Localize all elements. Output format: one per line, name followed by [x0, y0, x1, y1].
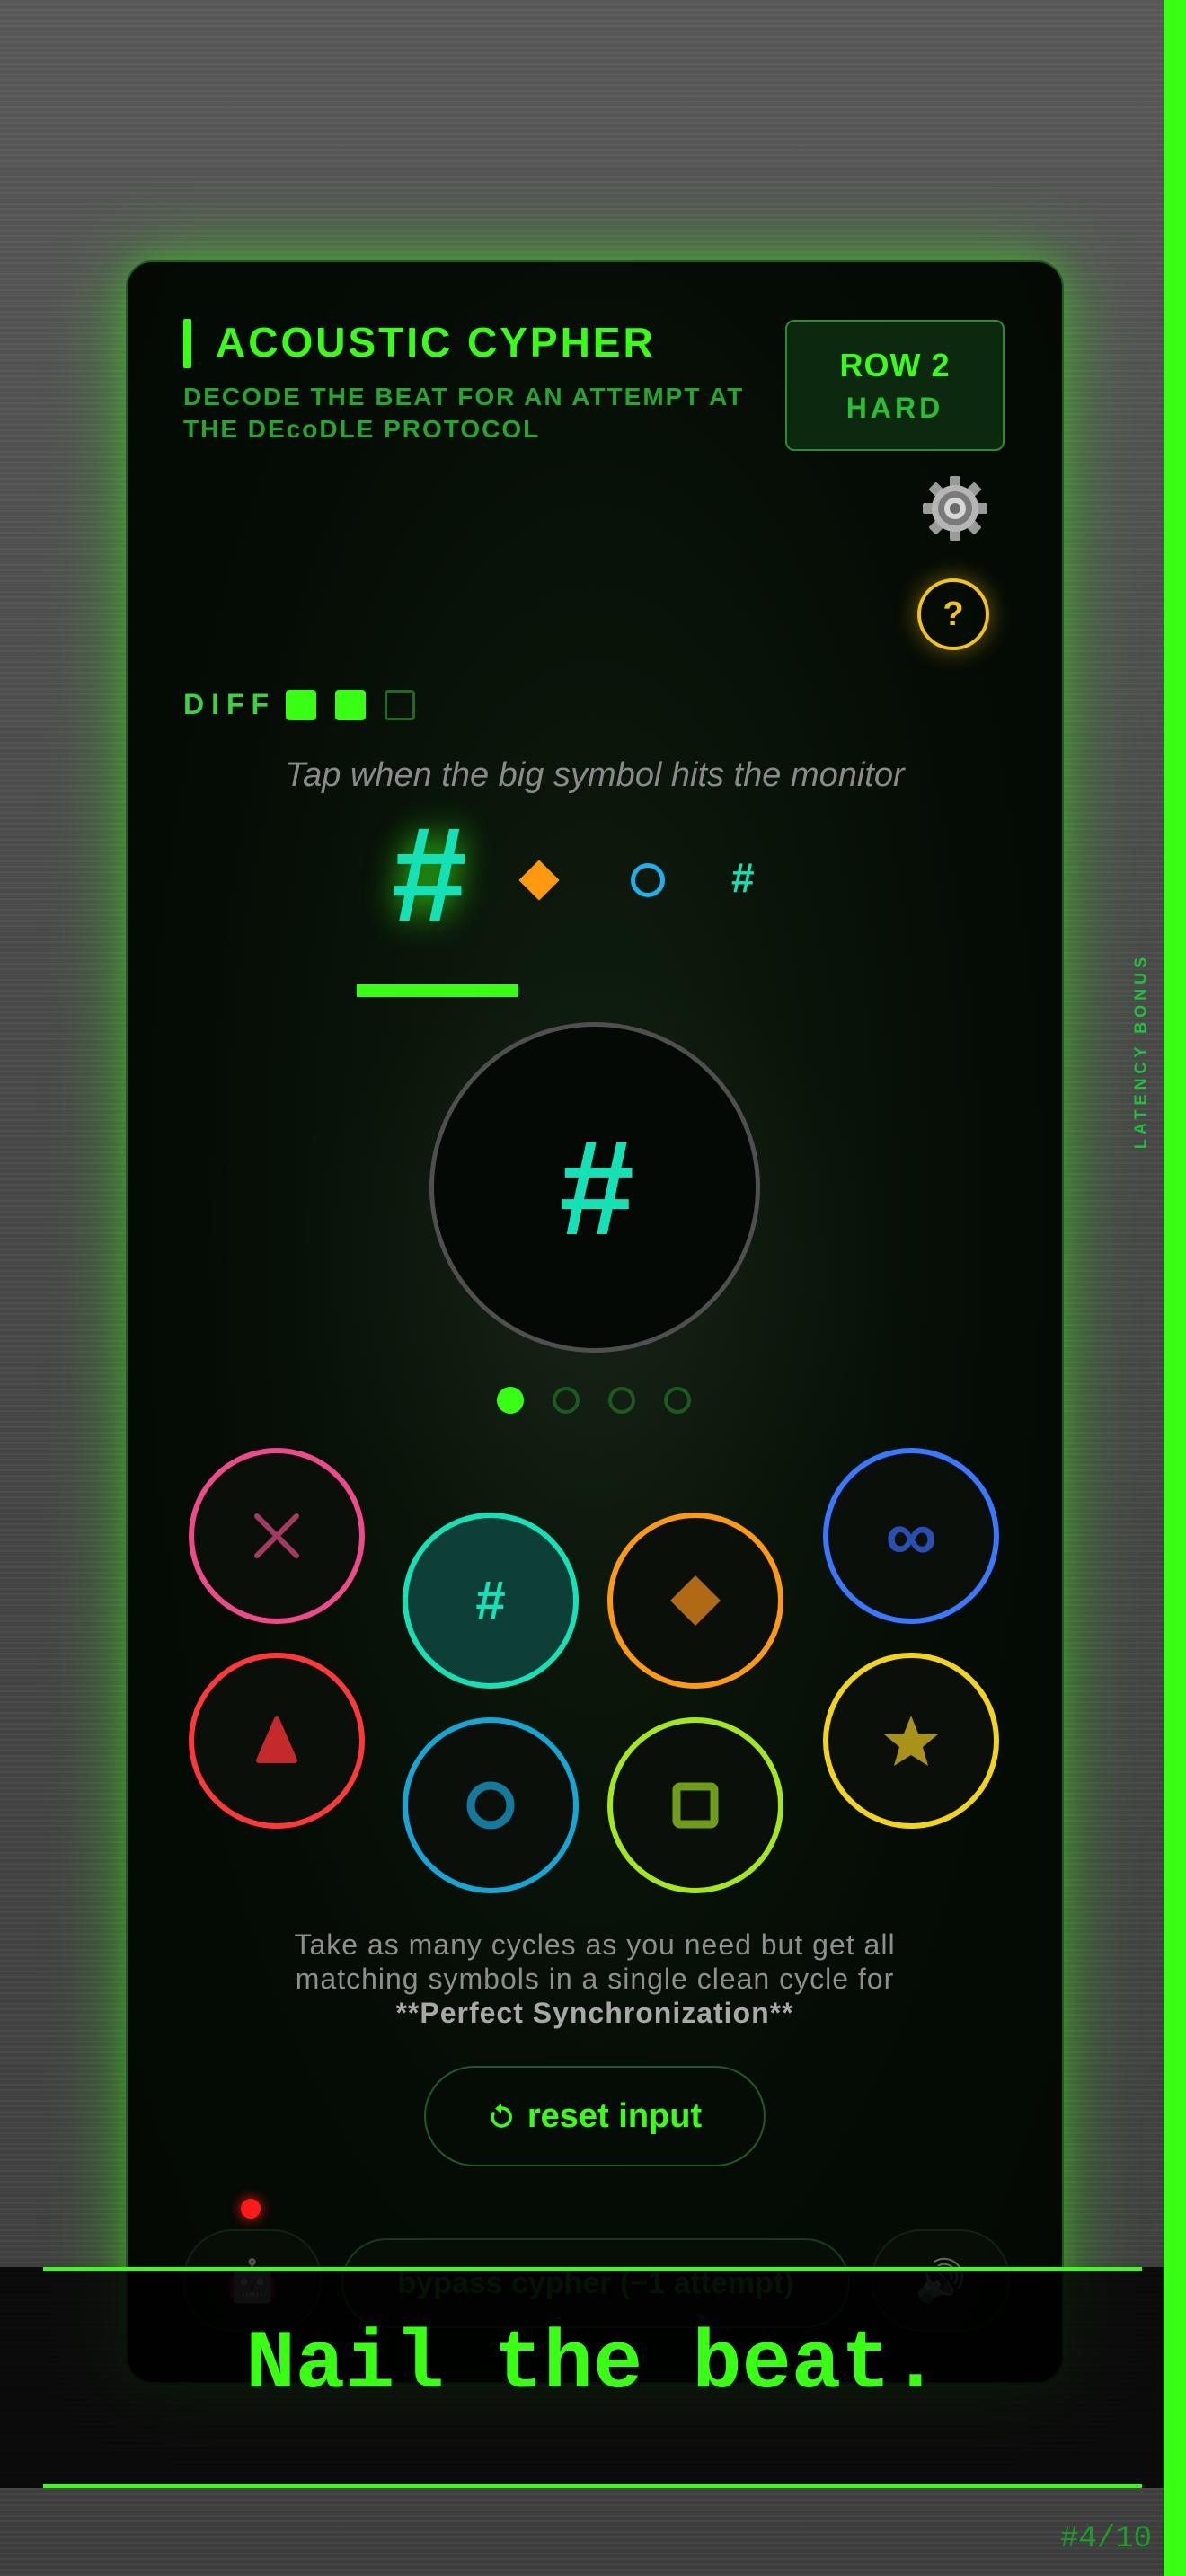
reset-input-button[interactable]: reset input [424, 2066, 766, 2166]
side-rail [1164, 0, 1186, 2576]
progress-dot-empty [553, 1387, 580, 1414]
game-subtitle: DECODE THE BEAT FOR AN ATTEMPT AT THE DE… [183, 383, 745, 443]
hash-icon: # [475, 1570, 506, 1630]
instruction-text: Tap when the big symbol hits the monitor [285, 756, 905, 794]
reset-label: reset input [527, 2097, 703, 2135]
progress-dot-empty [608, 1387, 635, 1414]
game-card: ACOUSTIC CYPHER DECODE THE BEAT FOR AN A… [126, 260, 1064, 2384]
page-counter: #4/10 [1060, 2522, 1153, 2556]
rules-note: Take as many cycles as you need but get … [294, 1928, 896, 2029]
pad-cross[interactable] [189, 1448, 365, 1624]
caption-banner: Nail the beat. [0, 2267, 1164, 2488]
row-badge: ROW 2 HARD [785, 320, 1005, 451]
queue-diamond-icon [518, 860, 560, 901]
progress-dot-filled [497, 1387, 524, 1414]
diff-label: DIFF [183, 688, 277, 720]
square-icon [672, 1782, 719, 1829]
row-label: ROW 2 [839, 347, 951, 384]
cross-icon [254, 1513, 299, 1558]
title-accent-bar [183, 319, 191, 368]
pad-diamond[interactable] [607, 1513, 783, 1689]
difficulty-label: HARD [845, 392, 944, 424]
star-icon [884, 1716, 938, 1766]
pad-hash[interactable]: # [403, 1513, 579, 1689]
pad-star[interactable] [823, 1653, 999, 1829]
recording-indicator [241, 2199, 261, 2219]
pad-ring[interactable] [403, 1717, 579, 1893]
current-symbol-hash: # [390, 798, 465, 949]
banner-text: Nail the beat. [245, 2317, 941, 2412]
gear-icon[interactable] [920, 473, 990, 543]
progress-dot-empty [664, 1387, 691, 1414]
infinity-icon: ∞ [885, 1495, 937, 1575]
monitor-symbol: # [557, 1112, 633, 1263]
queue-ring-icon [631, 863, 665, 897]
diff-level-filled [335, 690, 366, 720]
diamond-icon [670, 1575, 721, 1626]
banner-top-line [43, 2267, 1142, 2271]
reset-icon [488, 2068, 515, 2165]
pad-triangle[interactable] [189, 1653, 365, 1829]
diff-level-filled [286, 690, 316, 720]
beat-monitor: # [429, 1022, 760, 1353]
pad-square[interactable] [607, 1717, 783, 1893]
queue-hash-icon: # [731, 854, 755, 901]
game-title: ACOUSTIC CYPHER [216, 319, 656, 366]
banner-bottom-line [43, 2484, 1142, 2488]
triangle-icon [256, 1716, 297, 1763]
pad-infinity[interactable]: ∞ [823, 1448, 999, 1624]
diff-level-empty [385, 690, 415, 720]
help-button[interactable]: ? [917, 578, 989, 650]
ring-icon [466, 1781, 515, 1830]
